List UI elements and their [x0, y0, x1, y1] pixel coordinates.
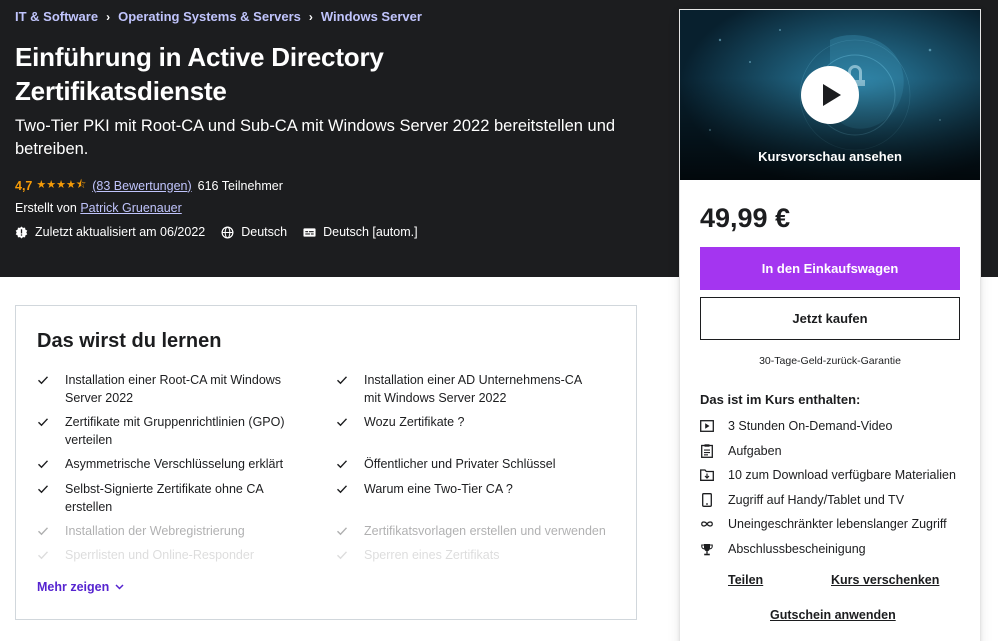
check-icon: [38, 527, 49, 536]
check-icon: [337, 551, 348, 560]
learn-item-text: Zertifikate mit Gruppenrichtlinien (GPO)…: [65, 415, 285, 447]
learn-item-text: Warum eine Two-Tier CA ?: [364, 482, 513, 496]
learn-item: Warum eine Two-Tier CA ?: [336, 481, 591, 499]
show-more-label: Mehr zeigen: [37, 580, 110, 594]
learn-item-text: Sperren eines Zertifikats: [364, 548, 500, 562]
learn-item-text: Asymmetrische Verschlüsselung erklärt: [65, 457, 284, 471]
learn-item: Installation einer AD Unternehmens-CA mi…: [336, 372, 591, 407]
learn-item: Sperrlisten und Online-Responder: [37, 547, 292, 565]
include-item: Uneingeschränkter lebenslanger Zugriff: [700, 517, 947, 531]
check-icon: [38, 485, 49, 494]
money-back-guarantee: 30-Tage-Geld-zurück-Garantie: [759, 355, 901, 367]
apply-coupon-button[interactable]: Gutschein anwenden: [770, 608, 896, 622]
alert-badge-icon: [15, 225, 28, 239]
ratings-link[interactable]: (83 Bewertungen): [92, 179, 191, 193]
learn-item-text: Zertifikatsvorlagen erstellen und verwen…: [364, 524, 606, 538]
breadcrumb-operating-systems[interactable]: Operating Systems & Servers: [118, 9, 301, 24]
include-item: Abschlussbescheinigung: [700, 542, 866, 556]
breadcrumb-it-software[interactable]: IT & Software: [15, 9, 98, 24]
include-item: 3 Stunden On-Demand-Video: [700, 419, 892, 433]
course-title: Einführung in Active Directory Zertifika…: [15, 42, 384, 106]
learn-item-text: Selbst-Signierte Zertifikate ohne CA ers…: [65, 482, 264, 514]
learn-item-text: Sperrlisten und Online-Responder: [65, 548, 254, 562]
learn-item: Öffentlicher und Privater Schlüssel: [336, 456, 591, 474]
include-item-label: 3 Stunden On-Demand-Video: [728, 419, 893, 433]
course-price: 49,99 €: [700, 203, 791, 233]
check-icon: [38, 460, 49, 469]
include-item-label: Aufgaben: [728, 444, 782, 458]
course-meta: Zuletzt aktualisiert am 06/2022 Deutsch …: [15, 225, 434, 239]
share-button[interactable]: Teilen: [728, 573, 763, 587]
include-item: 10 zum Download verfügbare Materialien: [700, 468, 956, 482]
learn-item: Installation der Webregistrierung: [37, 523, 292, 541]
learn-item: Sperren eines Zertifikats: [336, 547, 591, 565]
breadcrumb-windows-server[interactable]: Windows Server: [321, 9, 422, 24]
include-item: Aufgaben: [700, 444, 782, 458]
infinity-icon: [701, 521, 713, 527]
play-button[interactable]: [801, 66, 859, 124]
course-preview-video[interactable]: Kursvorschau ansehen: [680, 10, 980, 180]
captions: Deutsch [autom.]: [303, 225, 418, 239]
mobile-icon: [702, 493, 712, 507]
check-icon: [38, 551, 49, 560]
star-rating-icon: ★★★★⯪: [36, 179, 87, 191]
trophy-icon: [701, 543, 713, 555]
check-icon: [337, 418, 348, 427]
learn-item: Wozu Zertifikate ?: [336, 414, 591, 432]
chevron-down-icon: [115, 584, 124, 590]
check-icon: [337, 527, 348, 536]
chevron-right-icon: ›: [106, 9, 111, 24]
learn-item-text: Installation einer AD Unternehmens-CA mi…: [364, 373, 582, 405]
captions-text: Deutsch [autom.]: [323, 225, 418, 239]
language-text: Deutsch: [241, 225, 288, 239]
language: Deutsch: [221, 225, 287, 239]
breadcrumb: IT & Software › Operating Systems & Serv…: [15, 9, 422, 24]
show-more-button[interactable]: Mehr zeigen: [37, 580, 124, 594]
check-icon: [337, 485, 348, 494]
creator-row: Erstellt von Patrick Gruenauer: [15, 201, 182, 215]
include-item-label: Zugriff auf Handy/Tablet und TV: [728, 493, 905, 507]
participants-count: 616 Teilnehmer: [197, 178, 283, 193]
learn-item: Zertifikate mit Gruppenrichtlinien (GPO)…: [37, 414, 292, 449]
learn-item: Installation einer Root-CA mit Windows S…: [37, 372, 292, 407]
last-updated: Zuletzt aktualisiert am 06/2022: [15, 225, 205, 239]
play-icon: [823, 84, 841, 106]
learn-item-text: Installation einer Root-CA mit Windows S…: [65, 373, 282, 405]
last-updated-text: Zuletzt aktualisiert am 06/2022: [35, 225, 206, 239]
what-you-will-learn: Das wirst du lernen Installation einer R…: [15, 305, 637, 620]
learn-item: Zertifikatsvorlagen erstellen und verwen…: [336, 523, 626, 541]
check-icon: [38, 418, 49, 427]
instructor-link[interactable]: Patrick Gruenauer: [80, 201, 181, 215]
include-item-label: Abschlussbescheinigung: [728, 542, 866, 556]
include-item: Zugriff auf Handy/Tablet und TV: [700, 493, 904, 507]
buy-now-button[interactable]: Jetzt kaufen: [700, 297, 960, 340]
purchase-card: Kursvorschau ansehen 49,99 € In den Eink…: [679, 9, 981, 641]
include-item-label: Uneingeschränkter lebenslanger Zugriff: [728, 517, 947, 531]
captions-icon: [303, 227, 316, 237]
learn-item-text: Wozu Zertifikate ?: [364, 415, 465, 429]
video-icon: [700, 420, 714, 432]
rating-value: 4,7: [15, 178, 33, 193]
rating-row: 4,7 ★★★★⯪ (83 Bewertungen) 616 Teilnehme…: [15, 176, 283, 195]
globe-icon: [221, 226, 234, 238]
add-to-cart-button[interactable]: In den Einkaufswagen: [700, 247, 960, 290]
preview-label: Kursvorschau ansehen: [758, 149, 902, 164]
created-by-label: Erstellt von: [15, 201, 77, 215]
check-icon: [337, 376, 348, 385]
download-folder-icon: [700, 469, 714, 481]
assignment-icon: [701, 444, 713, 458]
learn-item: Asymmetrische Verschlüsselung erklärt: [37, 456, 292, 474]
chevron-right-icon: ›: [308, 9, 313, 24]
learn-section-title: Das wirst du lernen: [37, 330, 222, 352]
learn-item-text: Installation der Webregistrierung: [65, 524, 245, 538]
course-subtitle: Two-Tier PKI mit Root-CA und Sub-CA mit …: [15, 117, 616, 158]
gift-course-button[interactable]: Kurs verschenken: [831, 573, 939, 587]
check-icon: [38, 376, 49, 385]
learn-item: Selbst-Signierte Zertifikate ohne CA ers…: [37, 481, 292, 516]
check-icon: [337, 460, 348, 469]
learn-item-text: Öffentlicher und Privater Schlüssel: [364, 457, 556, 471]
include-item-label: 10 zum Download verfügbare Materialien: [728, 468, 956, 482]
includes-title: Das ist im Kurs enthalten:: [700, 392, 861, 407]
